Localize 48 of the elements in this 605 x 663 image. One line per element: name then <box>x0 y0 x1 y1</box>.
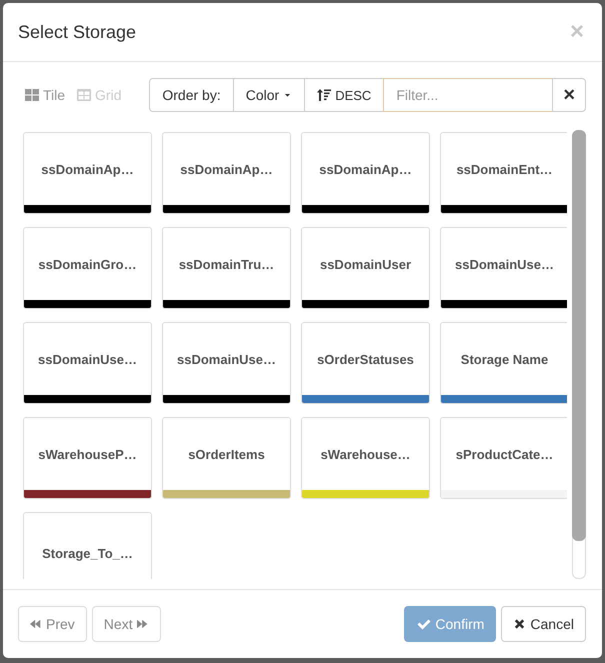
tile-name: ssDomainGro… <box>37 256 138 274</box>
table-icon <box>77 88 92 102</box>
tile-name: ssDomainTru… <box>178 256 276 274</box>
storage-tile[interactable]: Storage Name <box>440 322 567 404</box>
order-label: Order by: <box>149 78 234 112</box>
tile-name: sOrderStatuses <box>316 350 415 368</box>
scrollbar[interactable] <box>572 130 586 579</box>
order-dropdown[interactable]: Color <box>232 78 306 112</box>
storage-tile[interactable]: ssDomainUse… <box>162 322 291 404</box>
check-icon <box>416 617 432 631</box>
filter-field[interactable]: Filter... <box>383 78 554 112</box>
tile-name: sWarehouse… <box>320 446 412 464</box>
tile-icon <box>25 88 39 102</box>
tile-name: sOrderItems <box>187 446 266 464</box>
tile-name: ssDomainAp… <box>40 160 135 179</box>
storage-tile[interactable]: ssDomainUse… <box>23 322 152 404</box>
tile-name: sWarehouseP… <box>37 446 138 464</box>
storage-tile[interactable]: sProductCate… <box>440 417 567 499</box>
storage-tile[interactable]: ssDomainAp… <box>162 132 291 214</box>
storage-tile[interactable]: ssDomainUse… <box>440 227 567 309</box>
storage-tile[interactable]: Storage_To_… <box>23 512 152 579</box>
tile-name: ssDomainUse… <box>176 350 277 368</box>
sort-button[interactable]: DESC <box>304 78 384 112</box>
storage-tile[interactable]: ssDomainEnt… <box>440 132 567 214</box>
tile-name: ssDomainUse… <box>454 256 555 274</box>
fast-forward-icon <box>136 617 149 631</box>
storage-tile[interactable]: sWarehouse… <box>301 417 430 499</box>
storage-tile[interactable]: ssDomainAp… <box>301 132 430 214</box>
clear-button[interactable]: × <box>552 78 586 112</box>
dialog-title: Select Storage <box>18 22 136 42</box>
tile-name: sProductCate… <box>454 446 554 464</box>
cancel-button[interactable]: Cancel <box>501 606 586 642</box>
tile-name: ssDomainUser <box>318 256 412 274</box>
storage-tile[interactable]: ssDomainUser <box>301 227 430 309</box>
storage-tile[interactable]: sWarehouseP… <box>23 417 152 499</box>
tile-name: ssDomainUse… <box>37 350 138 368</box>
storage-tile[interactable]: sOrderItems <box>162 417 291 499</box>
storage-tile[interactable]: ssDomainGro… <box>23 227 152 309</box>
storage-tile[interactable]: ssDomainAp… <box>23 132 152 214</box>
close-icon <box>513 617 526 631</box>
tile-name: ssDomainAp… <box>318 160 413 179</box>
tile-name: Storage Name <box>460 350 550 369</box>
tile-name: ssDomainAp… <box>179 160 274 179</box>
sort-icon <box>317 88 332 102</box>
tile-name: ssDomainEnt… <box>455 160 554 178</box>
storage-tile[interactable]: ssDomainTru… <box>162 227 291 309</box>
rewind-icon <box>30 617 42 631</box>
storage-tile[interactable]: sOrderStatuses <box>301 322 430 404</box>
